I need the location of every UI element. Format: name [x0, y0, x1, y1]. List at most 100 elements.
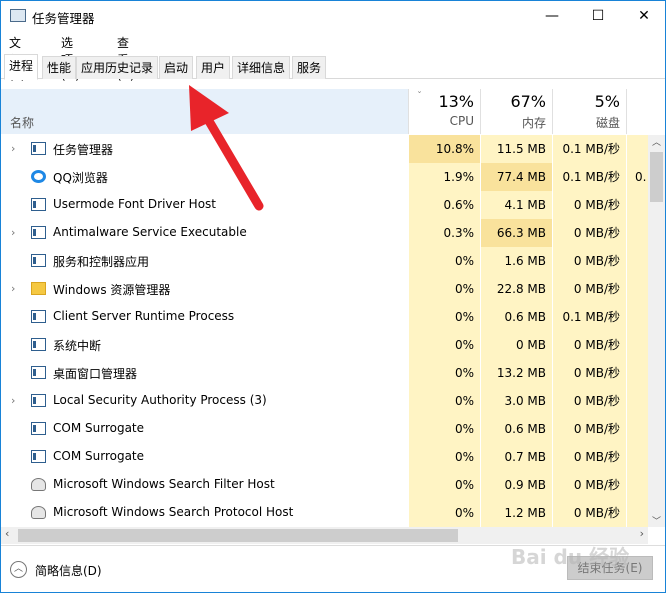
scroll-up-icon[interactable]: ︿ — [648, 135, 665, 148]
user-process-icon — [31, 478, 46, 491]
process-row[interactable]: COM Surrogate 0% 0.6 MB 0 MB/秒 — [1, 415, 648, 443]
column-disk[interactable]: 5% 磁盘 — [552, 89, 626, 134]
expand-chevron-icon[interactable]: › — [11, 226, 15, 239]
process-disk: 0 MB/秒 — [552, 331, 626, 359]
process-memory: 1.2 MB — [480, 499, 552, 527]
horizontal-scroll-thumb[interactable] — [18, 529, 458, 542]
sort-chevron-icon: ˇ — [417, 91, 422, 102]
qq-process-icon — [31, 170, 46, 183]
process-disk: 0.1 MB/秒 — [552, 163, 626, 191]
scroll-down-icon[interactable]: ﹀ — [648, 514, 665, 527]
process-name: 桌面窗口管理器 — [53, 367, 138, 381]
column-name[interactable]: 名称 — [1, 89, 408, 134]
process-name: Microsoft Windows Search Protocol Host — [53, 505, 294, 519]
process-row[interactable]: Client Server Runtime Process 0% 0.6 MB 0.1… — [1, 303, 648, 331]
window-title: 任务管理器 — [32, 11, 95, 26]
cpu-label: CPU — [449, 114, 474, 128]
scroll-right-icon[interactable]: › — [640, 527, 644, 540]
process-cpu: 0% — [408, 387, 480, 415]
disk-total: 5% — [594, 92, 620, 111]
column-network[interactable] — [626, 89, 648, 134]
folder-process-icon — [31, 282, 46, 295]
process-memory: 66.3 MB — [480, 219, 552, 247]
process-memory: 11.5 MB — [480, 135, 552, 163]
process-name: COM Surrogate — [53, 449, 145, 463]
tab-processes[interactable]: 进程 — [4, 54, 39, 80]
task-manager-window: 任务管理器 — ☐ ✕ 文件(F) 选项(O) 查看(V) 进程 性能 应用历史… — [0, 0, 666, 593]
column-cpu[interactable]: ˇ 13% CPU — [408, 89, 480, 134]
process-network — [626, 499, 648, 527]
process-row[interactable]: QQ浏览器 1.9% 77.4 MB 0.1 MB/秒 0. — [1, 163, 648, 191]
process-cpu: 0% — [408, 331, 480, 359]
scroll-left-icon[interactable]: ‹ — [5, 527, 9, 540]
process-disk: 0 MB/秒 — [552, 443, 626, 471]
process-row[interactable]: COM Surrogate 0% 0.7 MB 0 MB/秒 — [1, 443, 648, 471]
process-network — [626, 387, 648, 415]
process-memory: 13.2 MB — [480, 359, 552, 387]
process-cpu: 0% — [408, 275, 480, 303]
app-process-icon — [31, 450, 46, 463]
process-row[interactable]: 服务和控制器应用 0% 1.6 MB 0 MB/秒 — [1, 247, 648, 275]
disk-label: 磁盘 — [595, 116, 620, 130]
vertical-scrollbar[interactable]: ︿ ﹀ — [648, 135, 665, 527]
taskmgr-process-icon — [31, 142, 46, 155]
process-disk: 0 MB/秒 — [552, 359, 626, 387]
process-disk: 0 MB/秒 — [552, 387, 626, 415]
process-row[interactable]: 系统中断 0% 0 MB 0 MB/秒 — [1, 331, 648, 359]
expand-chevron-icon[interactable]: › — [11, 142, 15, 155]
memory-label: 内存 — [521, 116, 546, 130]
process-cpu: 0% — [408, 499, 480, 527]
process-cpu: 0% — [408, 303, 480, 331]
tab-details[interactable]: 详细信息 — [232, 56, 291, 79]
process-row[interactable]: Microsoft Windows Search Protocol Host 0%… — [1, 499, 648, 527]
process-cpu: 0% — [408, 359, 480, 387]
minimize-button[interactable]: — — [529, 1, 575, 31]
process-disk: 0 MB/秒 — [552, 499, 626, 527]
process-network: 0. — [626, 163, 648, 191]
process-cpu: 0% — [408, 471, 480, 499]
process-row[interactable]: › Antimalware Service Executable 0.3% 66.3 … — [1, 219, 648, 247]
app-process-icon — [31, 310, 46, 323]
column-memory[interactable]: 67% 内存 — [480, 89, 552, 134]
tab-startup[interactable]: 启动 — [159, 56, 194, 79]
process-disk: 0 MB/秒 — [552, 191, 626, 219]
process-cpu: 0.6% — [408, 191, 480, 219]
process-row[interactable]: › Windows 资源管理器 0% 22.8 MB 0 MB/秒 — [1, 275, 648, 303]
process-cpu: 0% — [408, 247, 480, 275]
fewer-details-link[interactable]: 简略信息(D) — [35, 562, 102, 579]
process-row[interactable]: › 任务管理器 10.8% 11.5 MB 0.1 MB/秒 — [1, 135, 648, 163]
process-cpu: 0.3% — [408, 219, 480, 247]
process-disk: 0 MB/秒 — [552, 415, 626, 443]
maximize-button[interactable]: ☐ — [575, 1, 621, 31]
app-process-icon — [31, 394, 46, 407]
process-disk: 0 MB/秒 — [552, 471, 626, 499]
process-row[interactable]: › Local Security Authority Process (3) 0% 3… — [1, 387, 648, 415]
app-process-icon — [31, 198, 46, 211]
column-header: 名称 ˇ 13% CPU 67% 内存 5% 磁盘 — [1, 89, 648, 134]
process-disk: 0.1 MB/秒 — [552, 135, 626, 163]
process-network — [626, 471, 648, 499]
task-manager-icon — [10, 9, 26, 22]
tab-users[interactable]: 用户 — [196, 56, 231, 79]
process-row[interactable]: Microsoft Windows Search Filter Host 0% 0.… — [1, 471, 648, 499]
process-row[interactable]: Usermode Font Driver Host 0.6% 4.1 MB 0 MB/… — [1, 191, 648, 219]
user-process-icon — [31, 506, 46, 519]
process-disk: 0 MB/秒 — [552, 219, 626, 247]
vertical-scroll-thumb[interactable] — [650, 152, 663, 202]
process-row[interactable]: 桌面窗口管理器 0% 13.2 MB 0 MB/秒 — [1, 359, 648, 387]
process-cpu: 1.9% — [408, 163, 480, 191]
tab-performance[interactable]: 性能 — [42, 56, 77, 79]
expand-chevron-icon[interactable]: › — [11, 282, 15, 295]
process-network — [626, 191, 648, 219]
tab-app-history[interactable]: 应用历史记录 — [76, 56, 159, 79]
process-memory: 0.9 MB — [480, 471, 552, 499]
close-button[interactable]: ✕ — [621, 1, 666, 31]
tab-services[interactable]: 服务 — [292, 56, 327, 79]
process-memory: 0.6 MB — [480, 303, 552, 331]
app-process-icon — [31, 366, 46, 379]
process-memory: 77.4 MB — [480, 163, 552, 191]
process-memory: 0.6 MB — [480, 415, 552, 443]
chevron-up-circle-icon[interactable]: ︿ — [10, 561, 27, 578]
expand-chevron-icon[interactable]: › — [11, 394, 15, 407]
app-process-icon — [31, 422, 46, 435]
